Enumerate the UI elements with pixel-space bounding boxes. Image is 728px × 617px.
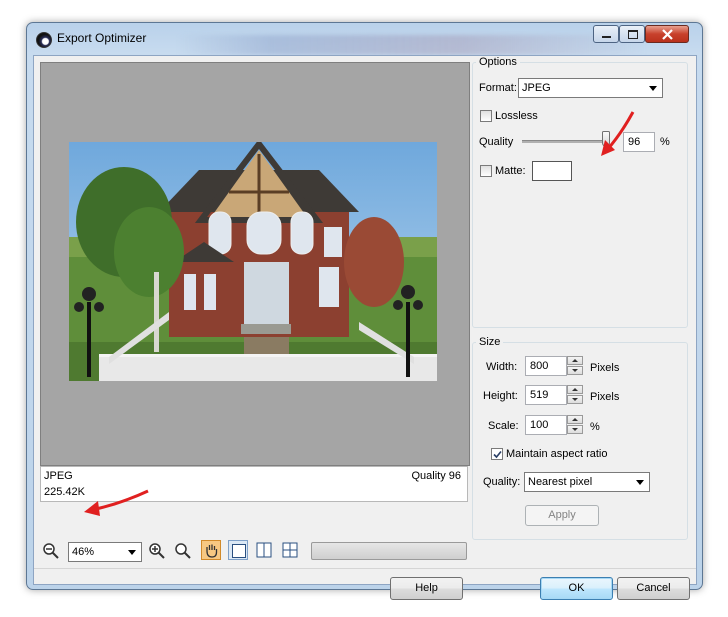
resample-quality-label: Quality: — [483, 476, 521, 488]
zoom-out-icon[interactable] — [42, 542, 60, 560]
matte-label: Matte: — [495, 165, 526, 177]
minimize-button[interactable] — [593, 25, 619, 43]
zoom-in-icon[interactable] — [148, 542, 166, 560]
chevron-down-icon — [636, 480, 644, 485]
single-view-icon — [232, 544, 246, 558]
preview-file-size: 225.42K — [44, 486, 85, 498]
options-group — [472, 62, 688, 328]
minimize-icon — [602, 36, 611, 38]
height-label: Height: — [483, 390, 518, 402]
zoom-select[interactable]: 46% — [68, 542, 142, 562]
close-icon — [662, 29, 673, 40]
height-unit: Pixels — [590, 391, 620, 403]
pan-hand-icon — [206, 544, 218, 558]
height-input[interactable]: 519 — [525, 385, 567, 405]
quad-view-icon — [282, 542, 298, 558]
quad-view-button[interactable] — [280, 540, 300, 560]
checkmark-icon — [493, 450, 502, 459]
preview-quality-label: Quality 96 — [411, 470, 461, 482]
close-button[interactable] — [645, 25, 689, 43]
width-label: Width: — [486, 361, 518, 373]
single-view-button[interactable] — [228, 540, 248, 560]
chevron-down-icon — [128, 550, 136, 555]
width-spinner[interactable] — [567, 356, 583, 376]
lossless-label: Lossless — [495, 110, 538, 122]
scale-label: Scale: — [488, 420, 519, 432]
zoom-value: 46% — [72, 546, 95, 558]
matte-checkbox[interactable] — [480, 165, 492, 177]
split-view-icon — [256, 542, 272, 558]
pan-tool-button[interactable] — [201, 540, 221, 560]
cancel-button[interactable]: Cancel — [617, 577, 690, 600]
quality-label: Quality — [479, 136, 514, 148]
maintain-aspect-checkbox[interactable] — [491, 448, 503, 460]
maintain-aspect-label: Maintain aspect ratio — [506, 448, 608, 460]
scale-input[interactable]: 100 — [525, 415, 567, 435]
resample-quality-value: Nearest pixel — [528, 476, 593, 488]
progress-bar — [311, 542, 467, 560]
lossless-checkbox[interactable] — [480, 110, 492, 122]
width-input[interactable]: 800 — [525, 356, 567, 376]
width-unit: Pixels — [590, 362, 620, 374]
height-spinner[interactable] — [567, 385, 583, 405]
apply-button[interactable]: Apply — [525, 505, 599, 526]
matte-color-swatch[interactable] — [532, 161, 572, 181]
format-label: Format: — [479, 82, 517, 94]
size-group-label: Size — [476, 336, 504, 348]
options-group-label: Options — [476, 56, 520, 68]
help-button[interactable]: Help — [390, 577, 463, 600]
zoom-fit-icon[interactable] — [174, 542, 192, 560]
chevron-down-icon — [649, 86, 657, 91]
annotation-arrow-quality — [601, 111, 635, 156]
format-select[interactable]: JPEG — [518, 78, 663, 98]
width-value: 800 — [530, 360, 549, 372]
format-value: JPEG — [522, 82, 551, 94]
scale-unit: % — [590, 421, 600, 433]
titlebar-background — [177, 35, 647, 55]
ok-button[interactable]: OK — [540, 577, 613, 600]
maximize-button[interactable] — [619, 25, 645, 43]
scale-value: 100 — [530, 419, 549, 431]
footer-separator — [34, 568, 696, 569]
preview-format-label: JPEG — [44, 470, 73, 482]
height-value: 519 — [530, 389, 549, 401]
app-icon — [36, 32, 52, 48]
preview-pane[interactable] — [40, 62, 470, 466]
scale-spinner[interactable] — [567, 415, 583, 435]
split-view-button[interactable] — [254, 540, 274, 560]
annotation-arrow-filesize — [84, 489, 149, 516]
quality-unit: % — [660, 136, 670, 148]
dialog-client-area: JPEG 225.42K Quality 96 46% Options Form… — [33, 55, 697, 600]
resample-quality-select[interactable]: Nearest pixel — [524, 472, 650, 492]
preview-image — [69, 142, 437, 381]
window-title: Export Optimizer — [57, 31, 147, 45]
export-optimizer-window: Export Optimizer JPEG 225.42K Quality 96… — [26, 22, 703, 600]
maximize-icon — [628, 30, 638, 39]
